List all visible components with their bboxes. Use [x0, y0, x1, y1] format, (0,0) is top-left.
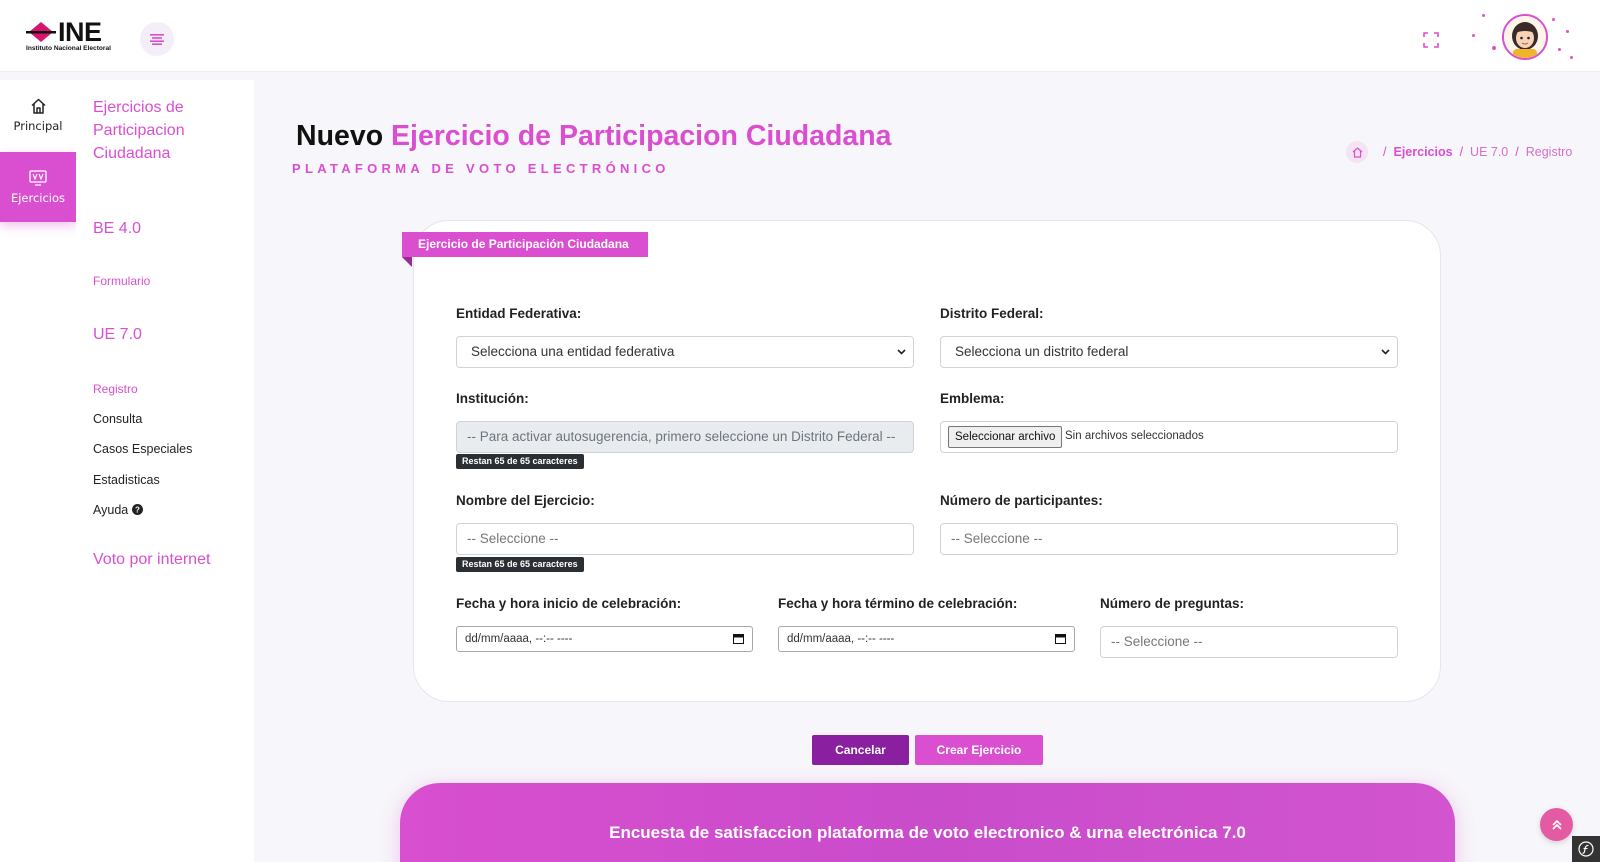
fecha-inicio-input[interactable]: dd/mm/aaaa, --:-- ----	[456, 626, 753, 652]
institucion-label: Institución:	[456, 391, 529, 406]
create-exercise-button[interactable]: Crear Ejercicio	[915, 735, 1043, 765]
preguntas-label: Número de preguntas:	[1100, 596, 1245, 611]
breadcrumb-home[interactable]	[1346, 141, 1368, 163]
ine-logo[interactable]: INE Instituto Nacional Electoral	[26, 18, 128, 52]
breadcrumb: / Ejercicios / UE 7.0 / Registro	[1346, 140, 1572, 164]
satisfaction-survey-banner[interactable]: Encuesta de satisfaccion plataforma de v…	[400, 783, 1455, 862]
svg-text:?: ?	[135, 506, 140, 515]
preguntas-input[interactable]: -- Seleccione --	[1100, 626, 1398, 658]
submenu-item-estadisticas[interactable]: Estadisticas	[93, 473, 160, 487]
distrito-select[interactable]: Selecciona un distrito federal	[940, 336, 1398, 368]
decor-dot	[1472, 34, 1475, 37]
fecha-termino-placeholder: dd/mm/aaaa, --:-- ----	[787, 633, 895, 645]
page-title-part2: Ejercicio de Participacion Ciudadana	[391, 120, 892, 152]
chevron-down-icon	[1381, 349, 1390, 355]
decor-dot	[1492, 46, 1496, 50]
entidad-label: Entidad Federativa:	[456, 306, 582, 321]
secondary-menu: Ejercicios de Participacion Ciudadana BE…	[76, 80, 254, 862]
double-chevron-up-icon	[1551, 819, 1562, 830]
ine-logo-mark-icon	[26, 22, 56, 42]
banner-text: Encuesta de satisfaccion plataforma de v…	[609, 823, 1246, 842]
fullscreen-icon[interactable]	[1422, 31, 1440, 49]
submenu-item-casos-especiales[interactable]: Casos Especiales	[93, 442, 192, 456]
voting-board-icon	[29, 169, 47, 186]
file-status-text: Sin archivos seleccionados	[1065, 430, 1204, 442]
distrito-select-value: Selecciona un distrito federal	[955, 344, 1129, 359]
decor-dot	[1570, 56, 1573, 59]
calendar-icon[interactable]	[1055, 633, 1066, 644]
breadcrumb-item-ue[interactable]: UE 7.0	[1470, 145, 1508, 159]
avatar[interactable]	[1502, 14, 1548, 60]
breadcrumb-item-registro: Registro	[1525, 145, 1573, 159]
rail-item-label: Principal	[13, 118, 63, 133]
rail-item-ejercicios[interactable]: Ejercicios	[0, 152, 76, 222]
icon-rail: Principal Ejercicios	[0, 80, 76, 862]
submenu-item-formulario[interactable]: Formulario	[93, 274, 150, 288]
fecha-inicio-label: Fecha y hora inicio de celebración:	[456, 596, 682, 611]
distrito-label: Distrito Federal:	[940, 306, 1044, 321]
avatar-portrait-icon	[1504, 16, 1546, 58]
breadcrumb-item-ejercicios[interactable]: Ejercicios	[1393, 145, 1452, 159]
submenu-item-ayuda-label: Ayuda	[93, 503, 129, 517]
chevron-down-icon	[897, 349, 906, 355]
participantes-input[interactable]: -- Seleccione --	[940, 523, 1398, 555]
user-menu[interactable]	[1466, 8, 1576, 66]
decor-dot	[1566, 30, 1569, 33]
help-icon: ?	[131, 504, 143, 515]
institucion-input[interactable]: -- Para activar autosugerencia, primero …	[456, 421, 914, 453]
ribbon-fold	[402, 257, 412, 267]
decor-dot	[1552, 18, 1555, 21]
entidad-select-value: Selecciona una entidad federativa	[471, 344, 675, 359]
emblema-label: Emblema:	[940, 391, 1005, 406]
submenu-be-title[interactable]: BE 4.0	[93, 217, 243, 240]
decor-dot	[1558, 48, 1561, 51]
emblema-file-input[interactable]: Seleccionar archivo Sin archivos selecci…	[940, 421, 1398, 453]
top-bar: INE Instituto Nacional Electoral	[0, 0, 1600, 72]
select-file-button[interactable]: Seleccionar archivo	[948, 426, 1063, 448]
submenu-item-registro[interactable]: Registro	[93, 382, 138, 396]
nombre-char-counter: Restan 65 de 65 caracteres	[456, 557, 584, 572]
submenu-item-consulta[interactable]: Consulta	[93, 412, 142, 426]
fecha-termino-label: Fecha y hora término de celebración:	[778, 596, 1018, 611]
symfony-toolbar-icon[interactable]	[1572, 836, 1600, 862]
submenu-item-ayuda[interactable]: Ayuda ?	[93, 503, 143, 517]
menu-toggle-button[interactable]	[140, 22, 174, 56]
rail-item-label: Ejercicios	[10, 190, 66, 205]
entidad-select[interactable]: Selecciona una entidad federativa	[456, 336, 914, 368]
page-subtitle: PLATAFORMA DE VOTO ELECTRÓNICO	[292, 161, 670, 176]
home-icon	[1352, 146, 1362, 158]
breadcrumb-separator: /	[1515, 145, 1519, 159]
hamburger-icon	[150, 33, 164, 45]
submenu-voto-title[interactable]: Voto por internet	[93, 548, 243, 571]
calendar-icon[interactable]	[733, 633, 744, 644]
logo-text: INE	[58, 17, 102, 47]
submenu-section-title[interactable]: Ejercicios de Participacion Ciudadana	[93, 96, 243, 165]
submenu-ue-title[interactable]: UE 7.0	[93, 323, 243, 346]
nombre-label: Nombre del Ejercicio:	[456, 493, 595, 508]
home-icon	[30, 98, 46, 114]
cancel-button[interactable]: Cancelar	[812, 735, 909, 765]
institucion-char-counter: Restan 65 de 65 caracteres	[456, 454, 584, 469]
page-title: Nuevo Ejercicio de Participacion Ciudada…	[296, 120, 892, 153]
breadcrumb-separator: /	[1383, 145, 1387, 159]
logo-subtitle: Instituto Nacional Electoral	[26, 45, 112, 52]
nombre-input[interactable]: -- Seleccione --	[456, 523, 914, 555]
fecha-termino-input[interactable]: dd/mm/aaaa, --:-- ----	[778, 626, 1075, 652]
rail-item-principal[interactable]: Principal	[0, 80, 76, 150]
fecha-inicio-placeholder: dd/mm/aaaa, --:-- ----	[465, 633, 573, 645]
breadcrumb-separator: /	[1459, 145, 1464, 159]
page-title-part1: Nuevo	[296, 120, 384, 152]
decor-dot	[1482, 14, 1485, 17]
participantes-label: Número de participantes:	[940, 493, 1103, 508]
form-ribbon: Ejercicio de Participación Ciudadana	[402, 232, 648, 257]
scroll-to-top-button[interactable]	[1540, 808, 1573, 841]
symfony-icon	[1578, 841, 1594, 857]
